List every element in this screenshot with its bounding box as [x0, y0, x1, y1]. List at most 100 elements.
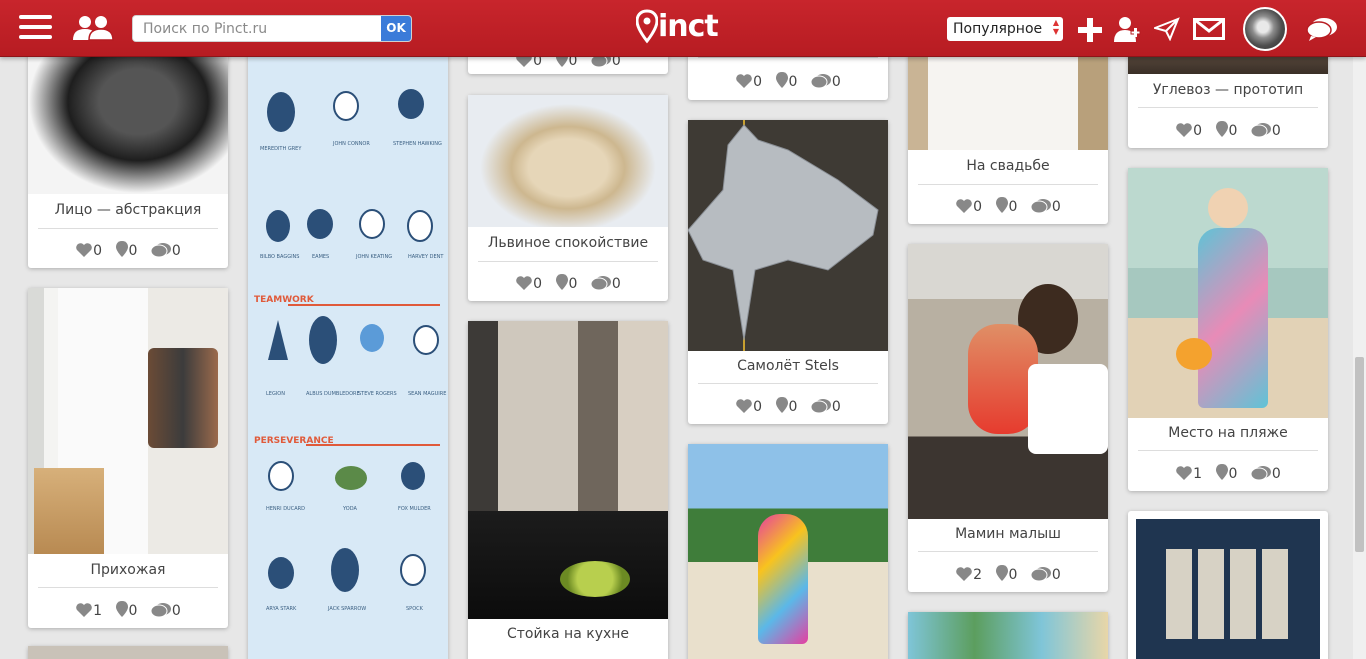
comment-stat[interactable]: 0	[1030, 566, 1061, 583]
pin-card[interactable]: Львиное спокойствие 0 0 0	[468, 95, 668, 301]
search-input[interactable]	[133, 16, 381, 41]
comment-icon	[810, 399, 831, 414]
pin-image[interactable]	[1128, 168, 1328, 418]
pin-icon	[775, 72, 788, 88]
sort-select[interactable]: Популярное ▲ ▼	[947, 17, 1063, 41]
repin-stat[interactable]: 0	[1215, 463, 1237, 482]
repin-stat[interactable]: 0	[775, 396, 797, 415]
top-bar: OK inct Популярное ▲▼	[0, 0, 1366, 57]
pin-title[interactable]: Лицо — абстракция	[28, 202, 228, 218]
pin-card[interactable]: Лицо — абстракция 0 0 0	[28, 40, 228, 268]
like-stat[interactable]: 0	[955, 198, 982, 215]
plus-icon[interactable]	[1077, 17, 1103, 43]
pin-card[interactable]	[1128, 511, 1328, 659]
pin-title[interactable]: Прихожая	[28, 562, 228, 578]
like-stat[interactable]: 0	[75, 242, 102, 259]
pin-image[interactable]	[28, 40, 228, 194]
avatar[interactable]	[1243, 7, 1287, 51]
send-icon[interactable]	[1154, 17, 1180, 41]
pin-title[interactable]: Стойка на кухне	[468, 626, 668, 642]
repin-stat[interactable]: 0	[115, 240, 137, 259]
pin-card[interactable]: На свадьбе 0 0 0	[908, 40, 1108, 224]
pin-image[interactable]	[908, 612, 1108, 659]
heart-icon	[956, 567, 972, 581]
svg-text:ARYA STARK: ARYA STARK	[266, 606, 297, 612]
pin-card[interactable]: Мамин малыш 2 0 0	[908, 244, 1108, 592]
pin-card[interactable]: Место на пляже 1 0 0	[1128, 168, 1328, 491]
divider	[1138, 450, 1318, 451]
scrollbar[interactable]	[1353, 57, 1366, 659]
comment-count: 0	[1271, 466, 1281, 482]
like-stat[interactable]: 1	[75, 602, 102, 619]
sort-label: Популярное	[953, 21, 1043, 37]
svg-text:SEAN MAGUIRE: SEAN MAGUIRE	[408, 391, 446, 397]
pin-image[interactable]	[28, 288, 228, 554]
pin-icon	[775, 397, 788, 413]
pin-title[interactable]: Углевоз — прототип	[1128, 82, 1328, 98]
girl-image-part	[758, 514, 808, 644]
heart-icon	[516, 276, 532, 290]
pin-stats: 0 0 0	[1128, 120, 1328, 139]
repin-stat[interactable]: 0	[995, 564, 1017, 583]
repin-stat[interactable]: 0	[115, 600, 137, 619]
pin-image[interactable]	[688, 444, 888, 659]
pin-card[interactable]: Самолёт Stels 0 0 0	[687, 120, 888, 424]
repin-stat[interactable]: 0	[1215, 120, 1237, 139]
like-stat[interactable]: 2	[955, 566, 982, 583]
pin-card[interactable]: Прихожая 1 0 0	[28, 288, 228, 628]
pin-card[interactable]	[688, 444, 888, 659]
repin-stat[interactable]: 0	[995, 196, 1017, 215]
like-stat[interactable]: 0	[1175, 122, 1202, 139]
comment-count: 0	[1051, 199, 1061, 215]
like-stat[interactable]: 0	[735, 73, 762, 90]
comment-stat[interactable]: 0	[150, 242, 181, 259]
divider	[478, 261, 658, 262]
pin-icon	[555, 274, 568, 290]
comment-stat[interactable]: 0	[1250, 122, 1281, 139]
chat-icon[interactable]	[1306, 16, 1338, 42]
comment-stat[interactable]: 0	[810, 398, 841, 415]
pin-card[interactable]	[908, 612, 1108, 659]
comment-icon	[1030, 199, 1051, 214]
people-icon[interactable]	[68, 14, 118, 42]
logo[interactable]: inct	[636, 7, 720, 47]
pin-image[interactable]	[1136, 519, 1320, 659]
like-stat[interactable]: 0	[735, 398, 762, 415]
pin-card[interactable]: Стойка на кухне	[468, 321, 668, 659]
infographic-image[interactable]: MEREDITH GREY JOHN CONNOR STEPHEN HAWKING …	[248, 40, 448, 659]
pin-image[interactable]	[908, 244, 1108, 519]
pin-title[interactable]: Мамин малыш	[908, 526, 1108, 542]
like-stat[interactable]: 1	[1175, 465, 1202, 482]
pin-card[interactable]	[28, 646, 228, 659]
pin-image[interactable]	[468, 321, 668, 619]
comment-stat[interactable]: 0	[1250, 465, 1281, 482]
svg-text:BILBO BAGGINS: BILBO BAGGINS	[260, 254, 299, 260]
section-label: PERSEVERANCE	[254, 436, 334, 446]
comment-icon	[590, 276, 611, 291]
pin-image[interactable]	[28, 646, 228, 659]
search-button[interactable]: OK	[381, 16, 411, 41]
scrollbar-thumb[interactable]	[1355, 357, 1364, 552]
comment-icon	[150, 243, 171, 258]
coats-image-part	[148, 348, 218, 448]
pin-title[interactable]: Львиное спокойствие	[468, 235, 668, 251]
mail-icon[interactable]	[1193, 18, 1225, 40]
pin-image[interactable]	[687, 120, 888, 351]
repin-stat[interactable]: 0	[775, 71, 797, 90]
pin-card[interactable]: MEREDITH GREY JOHN CONNOR STEPHEN HAWKING …	[248, 40, 448, 659]
pin-title[interactable]: Место на пляже	[1128, 425, 1328, 441]
svg-text:HARVEY DENT: HARVEY DENT	[408, 254, 444, 260]
pin-stats: 0 0 0	[688, 71, 888, 90]
comment-stat[interactable]: 0	[1030, 198, 1061, 215]
menu-icon[interactable]	[19, 15, 52, 40]
add-user-icon[interactable]	[1113, 15, 1141, 43]
pin-title[interactable]: Самолёт Stels	[688, 358, 888, 374]
comment-stat[interactable]: 0	[150, 602, 181, 619]
pin-image[interactable]	[468, 95, 668, 227]
heart-icon	[956, 199, 972, 213]
repin-stat[interactable]: 0	[555, 273, 577, 292]
comment-stat[interactable]: 0	[810, 73, 841, 90]
pin-title[interactable]: На свадьбе	[908, 158, 1108, 174]
comment-stat[interactable]: 0	[590, 275, 621, 292]
like-stat[interactable]: 0	[515, 275, 542, 292]
